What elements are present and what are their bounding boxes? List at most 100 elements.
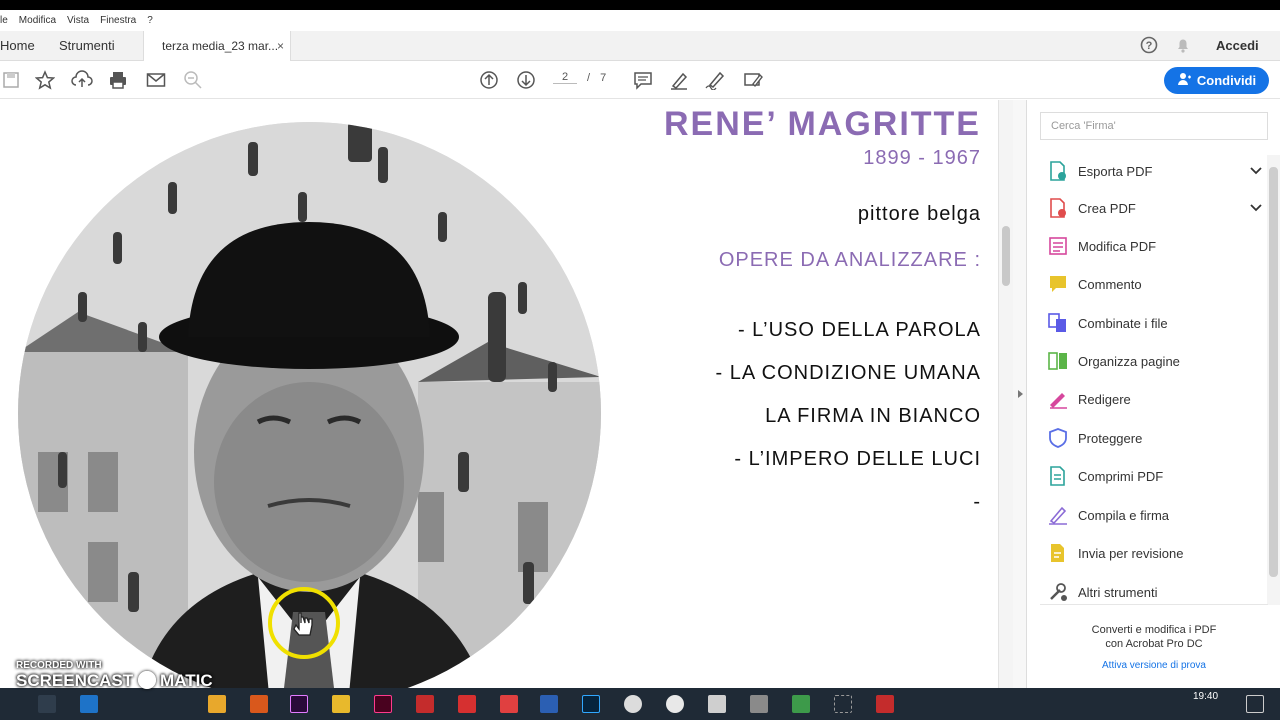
tool-edit-pdf[interactable]: Modifica PDF — [1048, 231, 1263, 261]
menu-view[interactable]: Vista — [67, 15, 89, 26]
document-subtitle: pittore belga — [857, 203, 981, 225]
clock: 19:40 — [1193, 691, 1219, 702]
compress-pdf-icon — [1048, 466, 1068, 486]
file-icon[interactable] — [208, 695, 226, 713]
tool-comment[interactable]: Commento — [1048, 269, 1263, 299]
acrobat-pro-promo: Converti e modifica i PDF con Acrobat Pr… — [1040, 604, 1268, 688]
photoshop-icon[interactable] — [582, 695, 600, 713]
acrobat-reader-icon[interactable] — [876, 695, 894, 713]
word-icon[interactable] — [540, 695, 558, 713]
tool-label: Modifica PDF — [1078, 238, 1157, 254]
snip-icon[interactable] — [834, 695, 852, 713]
tool-combine-files[interactable]: Combinate i file — [1048, 308, 1263, 338]
comment-icon[interactable] — [632, 70, 654, 90]
document-years: 1899 - 1967 — [863, 147, 981, 169]
save-icon[interactable] — [0, 70, 22, 90]
tool-protect[interactable]: Proteggere — [1048, 423, 1263, 453]
menu-edit[interactable]: Modifica — [19, 15, 56, 26]
trial-link[interactable]: Attiva versione di prova — [1040, 659, 1268, 673]
zoom-out-icon[interactable] — [182, 70, 204, 90]
bell-icon[interactable] — [1174, 36, 1192, 59]
excel-icon[interactable] — [792, 695, 810, 713]
chrome-icon[interactable] — [624, 695, 642, 713]
export-pdf-icon — [1048, 161, 1068, 181]
tab-tools[interactable]: Strumenti — [59, 38, 115, 53]
comment-icon — [1048, 274, 1068, 294]
document-scrollbar[interactable] — [998, 100, 1013, 688]
mail-icon[interactable] — [145, 70, 167, 90]
help-icon[interactable]: ? — [1140, 36, 1158, 59]
tool-create-pdf[interactable]: Crea PDF — [1048, 193, 1263, 223]
document-view[interactable]: RENE’ MAGRITTE 1899 - 1967 pittore belga… — [0, 100, 998, 688]
redact-icon — [1048, 389, 1068, 409]
share-button-label: Condividi — [1196, 73, 1257, 88]
work-item: - LA CONDIZIONE UMANA — [715, 362, 981, 384]
tool-compress-pdf[interactable]: Comprimi PDF — [1048, 461, 1263, 491]
menu-help[interactable]: ? — [147, 15, 153, 26]
work-item: - L’IMPERO DELLE LUCI — [734, 448, 981, 470]
watermark-line: SCREENCAST — [16, 671, 134, 690]
sign-pen-icon[interactable] — [704, 70, 726, 90]
photos-icon[interactable] — [750, 695, 768, 713]
premiere-icon[interactable] — [290, 695, 308, 713]
task-view-icon[interactable] — [38, 695, 56, 713]
page-total: 7 — [600, 71, 607, 84]
watermark-line: RECORDED WITH — [16, 660, 102, 671]
tab-document[interactable]: terza media_23 mar... × — [143, 31, 291, 61]
calculator-icon[interactable] — [708, 695, 726, 713]
tool-organize-pages[interactable]: Organizza pagine — [1048, 346, 1263, 376]
tool-more-tools[interactable]: Altri strumenti — [1048, 577, 1263, 607]
send-review-icon — [1048, 543, 1068, 563]
chevron-right-icon — [1018, 390, 1023, 398]
tool-send-review[interactable]: Invia per revisione — [1048, 538, 1263, 568]
access-icon[interactable] — [458, 695, 476, 713]
tool-fill-sign[interactable]: Compila e firma — [1048, 500, 1263, 530]
tool-label: Redigere — [1078, 391, 1131, 407]
tab-home[interactable]: Home — [0, 38, 35, 53]
tools-search-input[interactable]: Cerca 'Firma' — [1040, 112, 1268, 140]
menu-bar: le Modifica Vista Finestra ? — [0, 10, 1280, 31]
edge-icon[interactable] — [80, 695, 98, 713]
toolbar: 2 / 7 Condividi — [0, 61, 1280, 99]
indesign-icon[interactable] — [374, 695, 392, 713]
notification-icon[interactable] — [1246, 695, 1264, 713]
section-heading: OPERE DA ANALIZZARE : — [718, 249, 981, 271]
app-icon[interactable] — [250, 695, 268, 713]
tool-label: Invia per revisione — [1078, 545, 1184, 561]
work-item: - — [973, 491, 981, 513]
tool-label: Comprimi PDF — [1078, 468, 1164, 484]
more-tools-icon — [1048, 582, 1068, 602]
tool-export-pdf[interactable]: Esporta PDF — [1048, 156, 1263, 186]
folder-icon[interactable] — [332, 695, 350, 713]
menu-window[interactable]: Finestra — [100, 15, 136, 26]
panel-collapse-handle[interactable] — [1013, 100, 1027, 688]
next-page-icon[interactable] — [515, 70, 537, 90]
screen-top-edge — [0, 0, 1280, 10]
star-icon[interactable] — [34, 70, 56, 90]
fill-sign-icon[interactable] — [742, 70, 764, 90]
document-title: RENE’ MAGRITTE — [663, 105, 981, 143]
document-scroll-thumb[interactable] — [1002, 226, 1010, 286]
tab-bar: Home Strumenti terza media_23 mar... × ?… — [0, 31, 1280, 61]
previous-page-icon[interactable] — [478, 70, 500, 90]
tools-scroll-thumb[interactable] — [1269, 167, 1278, 577]
share-button[interactable]: Condividi — [1164, 67, 1269, 94]
tool-label: Esporta PDF — [1078, 163, 1153, 179]
current-page-input[interactable]: 2 — [553, 71, 577, 84]
close-tab-icon[interactable]: × — [277, 39, 284, 53]
adobe-cc-icon[interactable] — [500, 695, 518, 713]
page-separator: / — [587, 71, 591, 84]
signin-link[interactable]: Accedi — [1216, 38, 1259, 53]
print-icon[interactable] — [107, 70, 129, 90]
menu-file[interactable]: le — [0, 15, 8, 26]
work-item: LA FIRMA IN BIANCO — [765, 405, 981, 427]
acrobat-dc-icon[interactable] — [416, 695, 434, 713]
chevron-down-icon[interactable] — [1249, 200, 1263, 217]
chevron-down-icon[interactable] — [1249, 163, 1263, 180]
tools-scrollbar[interactable] — [1267, 155, 1280, 605]
upload-cloud-icon[interactable] — [71, 70, 93, 90]
highlight-pen-icon[interactable] — [668, 70, 690, 90]
cursor-highlight-ring — [268, 587, 340, 659]
drive-icon[interactable] — [666, 695, 684, 713]
tool-redact[interactable]: Redigere — [1048, 384, 1263, 414]
